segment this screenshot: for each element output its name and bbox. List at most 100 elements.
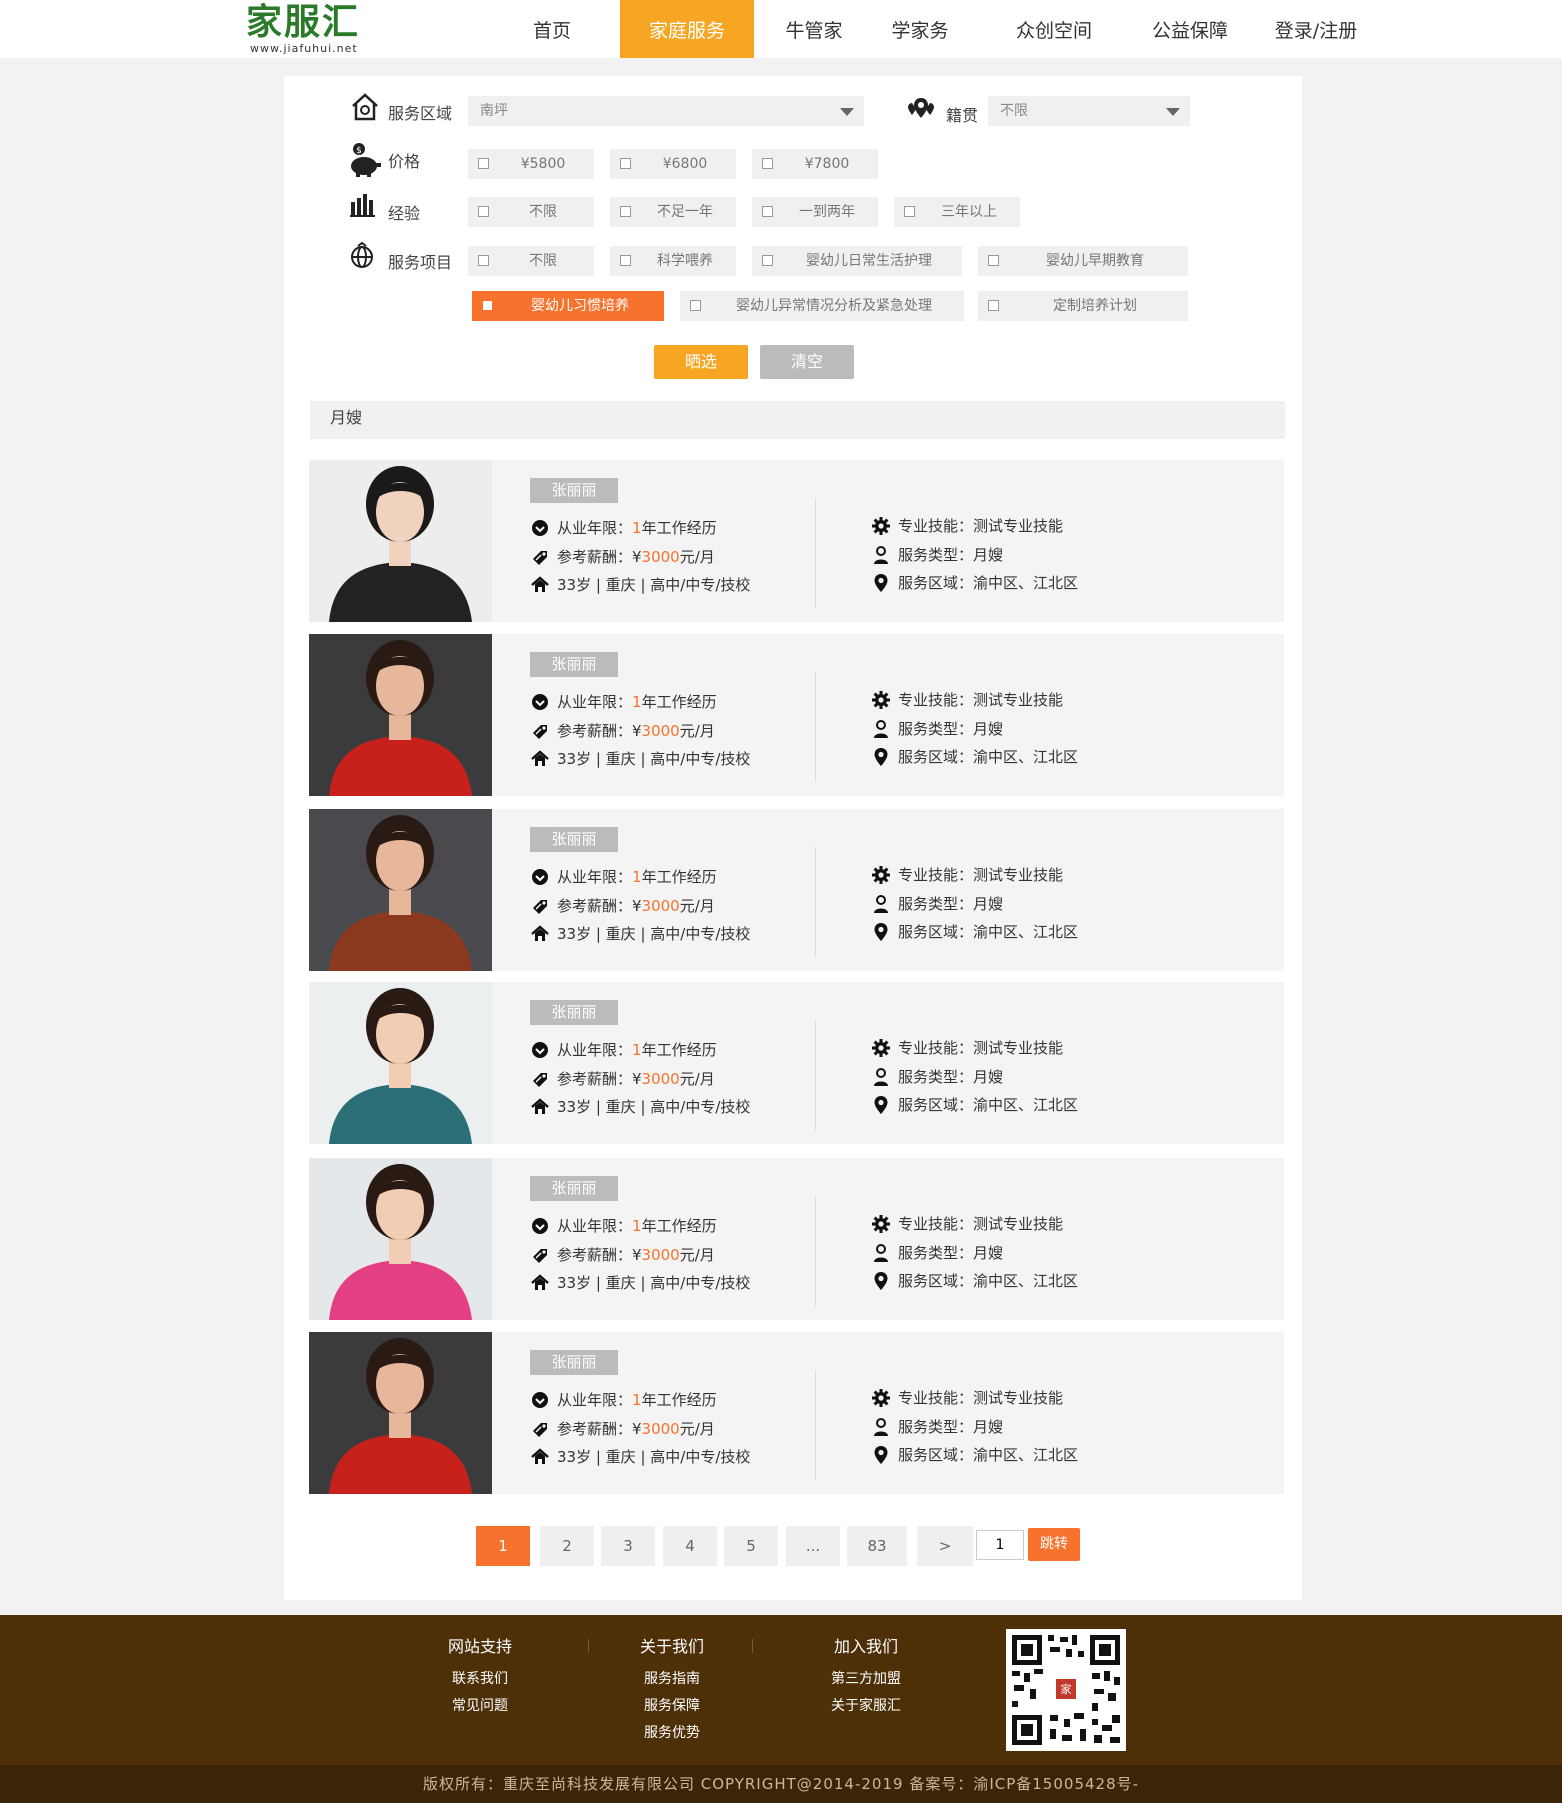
worker-photo (309, 460, 492, 622)
filter-option[interactable]: ¥7800 (752, 149, 878, 179)
area-select[interactable]: 南坪 (468, 96, 864, 126)
highlight-value: 1 (632, 868, 642, 886)
footer-link[interactable]: 联系我们 (420, 1668, 540, 1688)
worker-detail-row: 33岁 | 重庆 | 高中/中专/技校 (557, 575, 750, 595)
detail-label: 服务类型： (898, 1068, 974, 1086)
filter-option[interactable]: ¥5800 (468, 149, 594, 179)
card-divider (815, 498, 816, 608)
nav-item[interactable]: 牛管家 (760, 0, 868, 58)
worker-photo-frame[interactable] (309, 460, 492, 622)
filter-option[interactable]: 不足一年 (610, 197, 736, 227)
worker-detail-row: 服务类型：月嫂 (898, 1243, 1003, 1263)
detail-text: 33岁 | 重庆 | 高中/中专/技校 (557, 576, 751, 594)
worker-photo-frame[interactable] (309, 809, 492, 971)
page-button[interactable]: 4 (663, 1526, 717, 1566)
check-circle-icon (532, 1218, 548, 1234)
filter-option[interactable]: 婴幼儿日常生活护理 (752, 246, 962, 276)
worker-detail-row: 从业年限：1年工作经历 (557, 1040, 717, 1060)
page-button[interactable]: 3 (601, 1526, 655, 1566)
worker-photo-frame[interactable] (309, 982, 492, 1144)
filter-option[interactable]: 婴幼儿异常情况分析及紧急处理 (680, 291, 964, 321)
detail-label: 服务类型： (898, 1244, 974, 1262)
filter-option[interactable]: ¥6800 (610, 149, 736, 179)
nav-item[interactable]: 众创空间 (988, 0, 1120, 58)
worker-name[interactable]: 张丽丽 (530, 1350, 618, 1375)
worker-detail-row: 从业年限：1年工作经历 (557, 1216, 717, 1236)
page-jump-input[interactable] (976, 1530, 1024, 1560)
detail-text: 元/月 (679, 1246, 715, 1264)
filter-option-label: 婴幼儿异常情况分析及紧急处理 (736, 298, 932, 314)
footer-link[interactable]: 服务保障 (612, 1695, 732, 1715)
page-button[interactable]: 5 (724, 1526, 778, 1566)
worker-card[interactable]: 张丽丽 从业年限：1年工作经历 参考薪酬：¥3000元/月 33岁 | 重庆 | 高中… (309, 634, 1284, 796)
origin-select-value: 不限 (1000, 103, 1028, 119)
worker-name[interactable]: 张丽丽 (530, 1176, 618, 1201)
filter-option-label: 科学喂养 (657, 253, 713, 269)
footer-separator (752, 1639, 753, 1653)
worker-name[interactable]: 张丽丽 (530, 478, 618, 503)
jump-button[interactable]: 跳转 (1028, 1528, 1080, 1561)
page-button[interactable]: ... (786, 1526, 840, 1566)
detail-text: 元/月 (679, 1420, 715, 1438)
worker-photo-frame[interactable] (309, 634, 492, 796)
page-button[interactable]: 83 (847, 1526, 907, 1566)
nav-item[interactable]: 登录/注册 (1250, 0, 1382, 58)
footer-link[interactable]: 关于家服汇 (806, 1695, 926, 1715)
footer-link[interactable]: 服务优势 (612, 1722, 732, 1742)
tag-icon (533, 900, 547, 914)
clear-button[interactable]: 清空 (760, 345, 854, 379)
worker-card[interactable]: 张丽丽 从业年限：1年工作经历 参考薪酬：¥3000元/月 33岁 | 重庆 | 高中… (309, 1158, 1284, 1320)
filter-option[interactable]: 婴幼儿习惯培养 (472, 291, 664, 321)
location-pin-icon (874, 574, 888, 592)
worker-photo-frame[interactable] (309, 1332, 492, 1494)
worker-detail-row: 服务区域：渝中区、江北区 (898, 922, 1078, 942)
worker-photo (309, 809, 492, 971)
detail-text: 元/月 (679, 548, 715, 566)
filter-option[interactable]: 不限 (468, 246, 594, 276)
user-icon (874, 1068, 888, 1086)
filter-option[interactable]: 三年以上 (894, 197, 1020, 227)
worker-card[interactable]: 张丽丽 从业年限：1年工作经历 参考薪酬：¥3000元/月 33岁 | 重庆 | 高中… (309, 809, 1284, 971)
worker-name[interactable]: 张丽丽 (530, 652, 618, 677)
detail-value: 月嫂 (973, 546, 1004, 564)
footer-separator (588, 1639, 589, 1653)
page-button[interactable]: 2 (540, 1526, 594, 1566)
footer-link[interactable]: 服务指南 (612, 1668, 732, 1688)
nav-item[interactable]: 公益保障 (1124, 0, 1256, 58)
filter-option[interactable]: 不限 (468, 197, 594, 227)
worker-detail-row: 33岁 | 重庆 | 高中/中专/技校 (557, 1447, 750, 1467)
worker-name[interactable]: 张丽丽 (530, 827, 618, 852)
worker-card[interactable]: 张丽丽 从业年限：1年工作经历 参考薪酬：¥3000元/月 33岁 | 重庆 | 高中… (309, 982, 1284, 1144)
detail-value: 渝中区、江北区 (973, 1446, 1079, 1464)
nav-item[interactable]: 学家务 (866, 0, 974, 58)
site-header: 家服汇 www.jiafuhui.net 首页 家庭服务 牛管家 学家务 众创空间 公益保… (0, 0, 1562, 58)
detail-value: 测试专业技能 (973, 1215, 1064, 1233)
filter-button[interactable]: 晒选 (654, 345, 748, 379)
filter-option[interactable]: 科学喂养 (610, 246, 736, 276)
price-label: 价格 (388, 152, 421, 171)
highlight-value: 1 (632, 519, 642, 537)
filter-option[interactable]: 婴幼儿早期教育 (978, 246, 1188, 276)
origin-select[interactable]: 不限 (988, 96, 1190, 126)
worker-photo-frame[interactable] (309, 1158, 492, 1320)
detail-label: 服务区域： (898, 574, 974, 592)
nav-item[interactable]: 首页 (498, 0, 606, 58)
worker-card[interactable]: 张丽丽 从业年限：1年工作经历 参考薪酬：¥3000元/月 33岁 | 重庆 | 高中… (309, 1332, 1284, 1494)
footer-link[interactable]: 第三方加盟 (806, 1668, 926, 1688)
detail-value: 渝中区、江北区 (973, 574, 1079, 592)
worker-name[interactable]: 张丽丽 (530, 1000, 618, 1025)
home-icon (531, 1274, 549, 1290)
filter-option[interactable]: 定制培养计划 (978, 291, 1188, 321)
page-button[interactable]: > (917, 1526, 973, 1566)
page-button[interactable]: 1 (476, 1526, 530, 1566)
site-logo[interactable]: 家服汇 www.jiafuhui.net (246, 2, 378, 56)
footer-link[interactable]: 常见问题 (420, 1695, 540, 1715)
detail-label: 专业技能： (898, 866, 974, 884)
worker-detail-row: 参考薪酬：¥3000元/月 (557, 721, 715, 741)
worker-card[interactable]: 张丽丽 从业年限：1年工作经历 参考薪酬：¥3000元/月 33岁 | 重庆 | 高中… (309, 460, 1284, 622)
detail-value: 测试专业技能 (973, 1039, 1064, 1057)
nav-item[interactable]: 家庭服务 (620, 0, 754, 58)
gear-icon (872, 1215, 890, 1233)
filter-option[interactable]: 一到两年 (752, 197, 878, 227)
home-icon (531, 750, 549, 766)
